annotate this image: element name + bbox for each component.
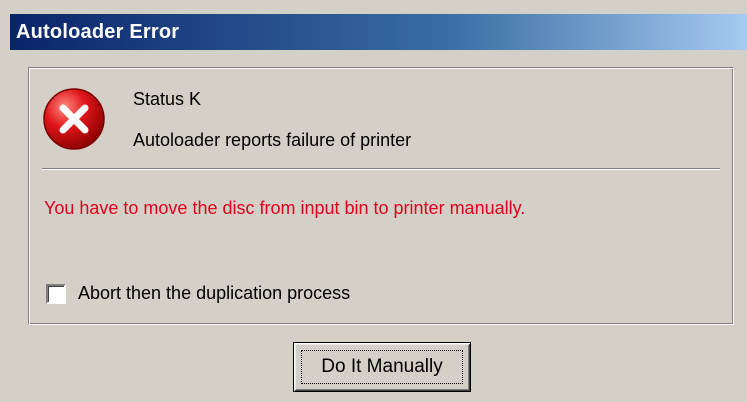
status-description: Autoloader reports failure of printer xyxy=(133,130,412,150)
do-it-manually-label: Do It Manually xyxy=(321,356,443,377)
separator xyxy=(42,168,720,170)
abort-checkbox-label[interactable]: Abort then the duplication process xyxy=(78,283,350,304)
autoloader-error-dialog: Autoloader Error Status K Autoloader rep… xyxy=(0,0,747,402)
instruction-text: You have to move the disc from input bin… xyxy=(44,198,526,218)
window-title: Autoloader Error xyxy=(16,20,180,43)
error-icon xyxy=(43,88,105,150)
title-bar[interactable]: Autoloader Error xyxy=(10,14,747,50)
status-title: Status K xyxy=(133,89,202,109)
abort-checkbox[interactable] xyxy=(46,283,66,304)
do-it-manually-button[interactable]: Do It Manually xyxy=(293,342,471,392)
abort-checkbox-row[interactable]: Abort then the duplication process xyxy=(46,283,350,304)
